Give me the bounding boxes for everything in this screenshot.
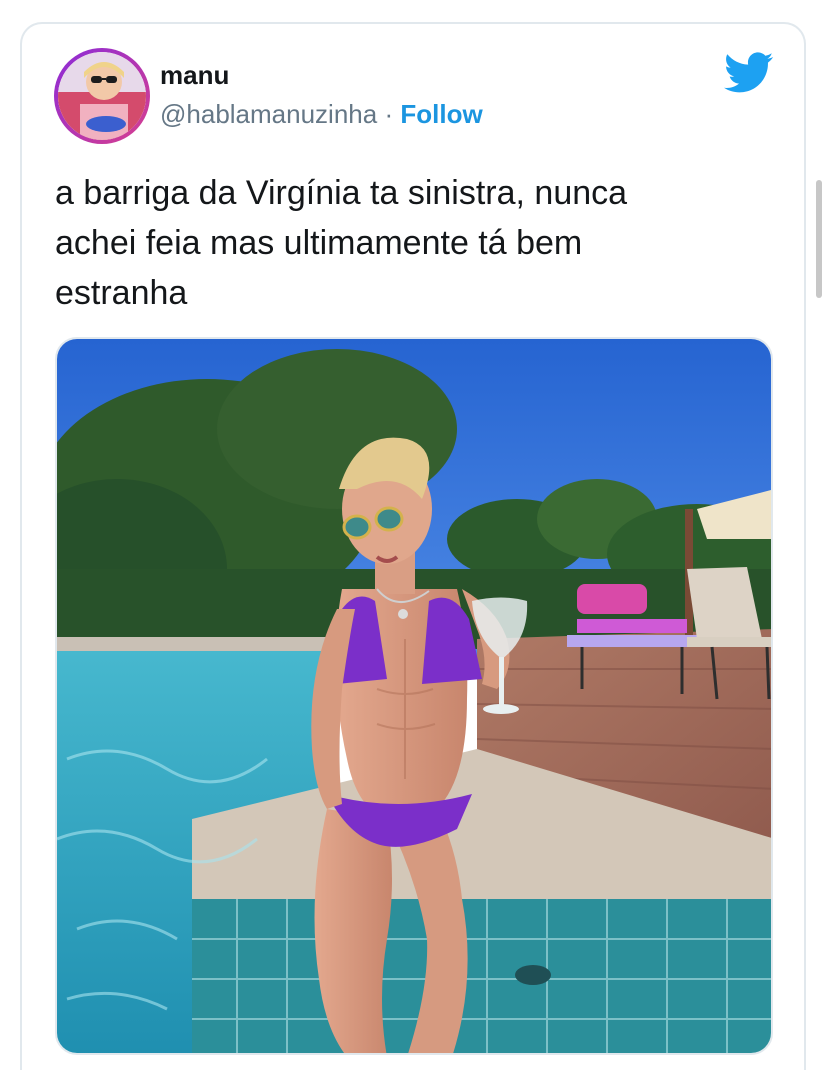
avatar-image: [58, 52, 146, 140]
page: manu @hablamanuzinha · Follow a barriga …: [0, 0, 828, 1070]
photo-scene: [57, 339, 771, 1053]
avatar[interactable]: [54, 48, 150, 144]
twitter-bird-icon[interactable]: [724, 52, 774, 94]
tweet-text-line: achei feia mas ultimamente tá bem: [55, 224, 583, 262]
follow-link[interactable]: Follow: [400, 99, 482, 129]
author-name[interactable]: manu: [160, 60, 229, 91]
tweet-text-line: a barriga da Virgínia ta sinistra, nunca: [55, 174, 628, 212]
handle-row: @hablamanuzinha · Follow: [160, 99, 483, 130]
tweet-text: a barriga da Virgínia ta sinistra, nunca…: [55, 168, 755, 318]
tweet-photo[interactable]: [55, 337, 773, 1055]
separator-dot: ·: [384, 99, 394, 129]
tweet-text-line: estranha: [55, 274, 188, 312]
scrollbar[interactable]: [816, 180, 822, 298]
author-handle[interactable]: @hablamanuzinha: [160, 99, 377, 129]
